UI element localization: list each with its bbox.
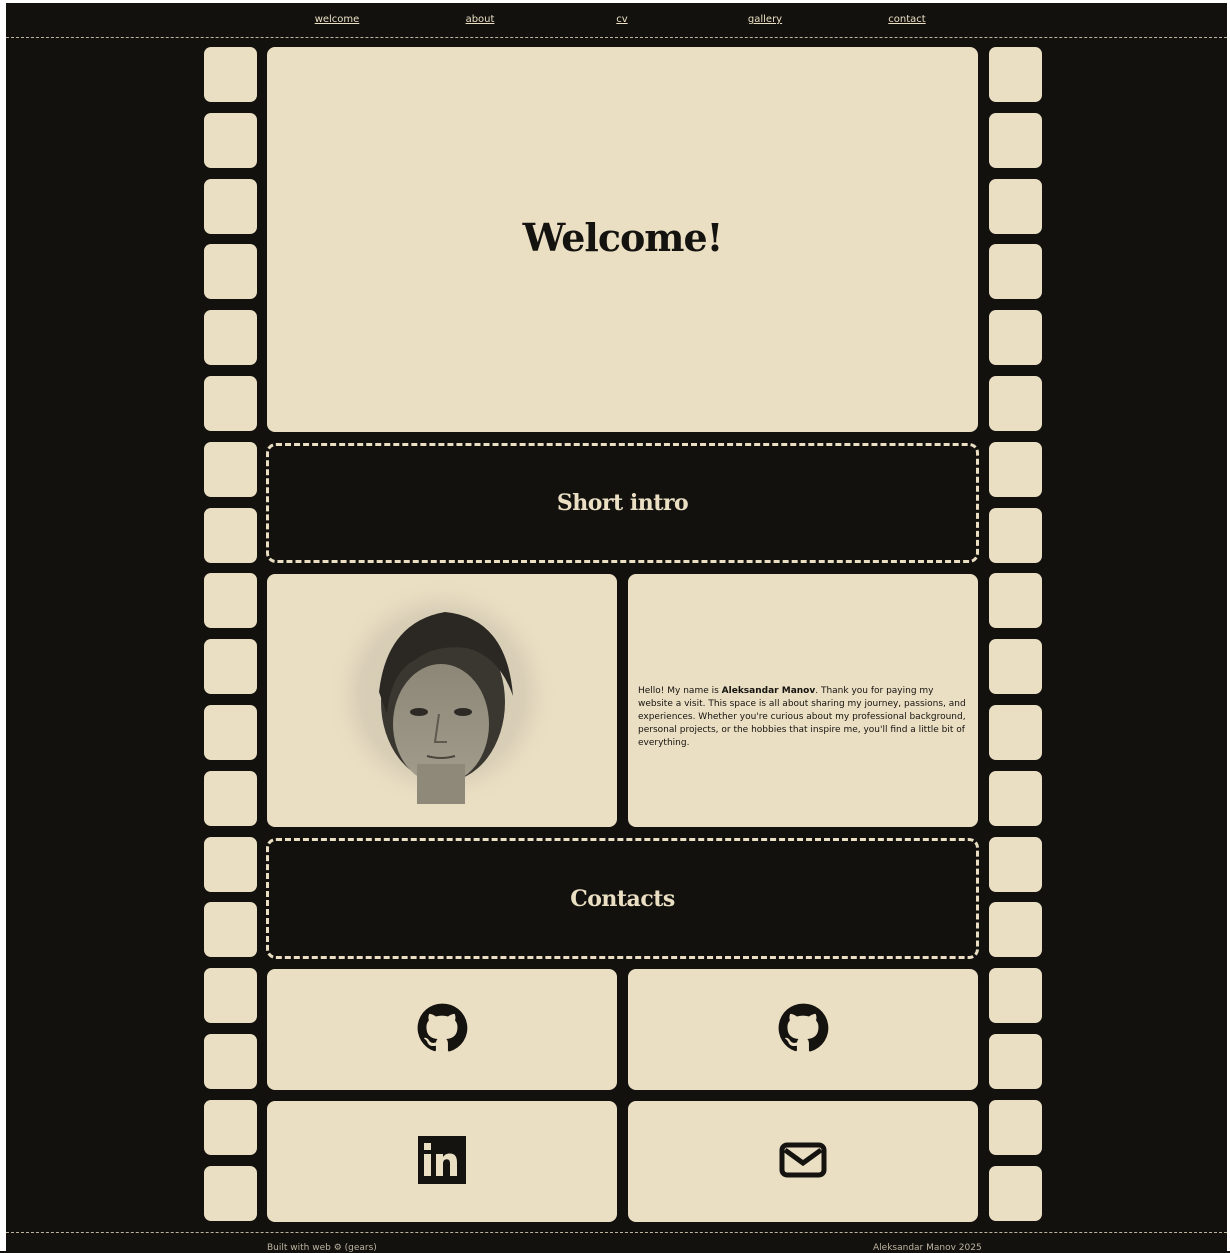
sprocket-hole bbox=[204, 310, 257, 365]
built-with-text: Built with web ⚙ (gears) bbox=[267, 1243, 377, 1253]
sprocket-hole bbox=[989, 771, 1042, 826]
github-icon bbox=[777, 1002, 829, 1058]
contacts-heading-box: Contacts bbox=[266, 838, 979, 959]
sprocket-hole bbox=[989, 573, 1042, 628]
sprocket-hole bbox=[989, 968, 1042, 1023]
github-link-2[interactable] bbox=[628, 969, 978, 1090]
sprocket-hole bbox=[989, 1166, 1042, 1221]
footer-divider bbox=[6, 1232, 1227, 1233]
sprocket-hole bbox=[989, 47, 1042, 102]
author-name: Aleksandar Manov bbox=[721, 686, 816, 696]
sprocket-hole bbox=[204, 902, 257, 957]
sprocket-hole bbox=[204, 771, 257, 826]
github-link-1[interactable] bbox=[267, 969, 617, 1090]
page-title: Welcome! bbox=[522, 215, 724, 260]
sprocket-hole bbox=[989, 902, 1042, 957]
section-heading-contacts: Contacts bbox=[570, 885, 675, 912]
sprocket-hole bbox=[989, 1100, 1042, 1155]
linkedin-link[interactable] bbox=[267, 1101, 617, 1222]
sprocket-hole bbox=[989, 705, 1042, 760]
header-divider bbox=[6, 37, 1227, 38]
sprocket-hole bbox=[204, 113, 257, 168]
window-frame-left bbox=[0, 0, 6, 1251]
sprocket-hole bbox=[989, 639, 1042, 694]
copyright-text: Aleksandar Manov 2025 bbox=[873, 1243, 982, 1253]
sprocket-hole bbox=[989, 113, 1042, 168]
sprocket-hole bbox=[204, 179, 257, 234]
sprocket-hole bbox=[989, 1034, 1042, 1089]
sprocket-hole bbox=[204, 1034, 257, 1089]
sprocket-hole bbox=[204, 442, 257, 497]
portrait-panel bbox=[267, 574, 617, 827]
sprocket-hole bbox=[989, 442, 1042, 497]
nav-link-gallery[interactable]: gallery bbox=[748, 14, 782, 25]
linkedin-icon bbox=[418, 1135, 466, 1188]
nav-link-welcome[interactable]: welcome bbox=[315, 14, 360, 25]
sprocket-hole bbox=[204, 47, 257, 102]
sprocket-hole bbox=[204, 705, 257, 760]
portrait-image bbox=[324, 576, 560, 812]
mail-icon bbox=[779, 1142, 827, 1182]
short-intro-heading-box: Short intro bbox=[266, 443, 979, 563]
sprocket-hole bbox=[989, 310, 1042, 365]
nav-link-contact[interactable]: contact bbox=[888, 14, 925, 25]
intro-text-panel: Hello! My name is Aleksandar Manov. Than… bbox=[628, 574, 978, 827]
email-link[interactable] bbox=[628, 1101, 978, 1222]
sprocket-hole bbox=[989, 376, 1042, 431]
sprocket-hole bbox=[204, 244, 257, 299]
nav-link-about[interactable]: about bbox=[466, 14, 495, 25]
sprocket-hole bbox=[989, 837, 1042, 892]
sprocket-hole bbox=[204, 1100, 257, 1155]
welcome-panel: Welcome! bbox=[267, 47, 978, 432]
sprocket-hole bbox=[204, 968, 257, 1023]
nav-link-cv[interactable]: cv bbox=[616, 14, 627, 25]
sprocket-hole bbox=[989, 244, 1042, 299]
sprocket-hole bbox=[989, 179, 1042, 234]
sprocket-hole bbox=[204, 508, 257, 563]
intro-paragraph: Hello! My name is Aleksandar Manov. Than… bbox=[638, 686, 966, 748]
sprocket-hole bbox=[204, 639, 257, 694]
sprocket-hole bbox=[204, 376, 257, 431]
github-icon bbox=[416, 1002, 468, 1058]
sprocket-hole bbox=[204, 573, 257, 628]
top-nav: welcome about cv gallery contact bbox=[0, 0, 1230, 38]
sprocket-hole bbox=[204, 1166, 257, 1221]
section-heading-short-intro: Short intro bbox=[556, 490, 689, 516]
sprocket-hole bbox=[989, 508, 1042, 563]
sprocket-hole bbox=[204, 837, 257, 892]
